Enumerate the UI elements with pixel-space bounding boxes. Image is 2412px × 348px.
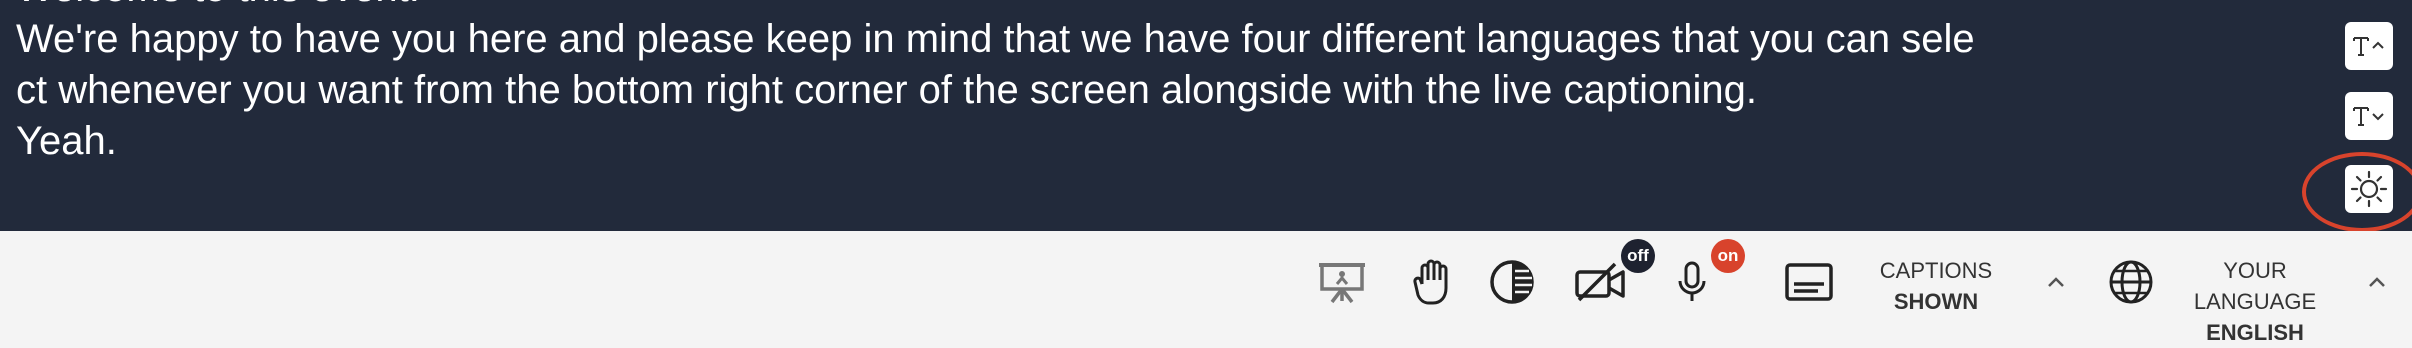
font-size-down-icon <box>2353 107 2384 126</box>
language-selector-button[interactable] <box>2104 256 2158 308</box>
caption-line: Yeah. <box>16 119 117 163</box>
subtitles-icon <box>1785 263 1833 301</box>
sun-icon <box>2350 170 2388 208</box>
captions-status[interactable]: CAPTIONS SHOWN <box>1864 255 2008 317</box>
increase-caption-size-button[interactable] <box>2345 22 2393 70</box>
language-status[interactable]: YOUR LANGUAGE ENGLISH <box>2160 255 2350 348</box>
caption-text: Welcome to this event. We're happy to ha… <box>16 0 2316 167</box>
captions-toggle-button[interactable] <box>1782 256 1836 308</box>
font-size-up-icon <box>2353 37 2384 56</box>
captions-label: CAPTIONS <box>1879 258 1993 283</box>
language-chevron-up-icon[interactable] <box>2367 275 2387 289</box>
microphone-on-badge: on <box>1711 239 1745 273</box>
caption-line: We're happy to have you here and please … <box>16 17 1975 61</box>
presentation-button[interactable] <box>1312 256 1372 308</box>
camera-off-badge: off <box>1621 239 1655 273</box>
microphone-toggle-button[interactable] <box>1670 256 1714 308</box>
captions-chevron-up-icon[interactable] <box>2046 275 2066 289</box>
caption-line: Welcome to this event. <box>16 0 2316 14</box>
presentation-icon <box>1319 263 1365 304</box>
contrast-button[interactable] <box>1484 256 1540 308</box>
contrast-icon <box>1490 260 1534 304</box>
raise-hand-button[interactable] <box>1408 256 1458 308</box>
caption-theme-toggle-button[interactable] <box>2345 165 2393 213</box>
bottom-toolbar: off on CAPTIONS SHOWN YOUR LANGUAGE ENGL… <box>0 231 2412 345</box>
globe-icon <box>2109 260 2153 304</box>
language-label: YOUR LANGUAGE <box>2193 258 2317 314</box>
camera-off-icon <box>1575 262 1625 302</box>
live-captions-panel: Welcome to this event. We're happy to ha… <box>0 0 2412 231</box>
raise-hand-icon <box>1413 259 1448 305</box>
microphone-icon <box>1678 261 1706 301</box>
decrease-caption-size-button[interactable] <box>2345 92 2393 140</box>
captions-state: SHOWN <box>1893 289 1979 314</box>
camera-toggle-button[interactable] <box>1570 256 1630 308</box>
language-value: ENGLISH <box>2206 320 2304 345</box>
caption-line: ct whenever you want from the bottom rig… <box>16 68 1757 112</box>
